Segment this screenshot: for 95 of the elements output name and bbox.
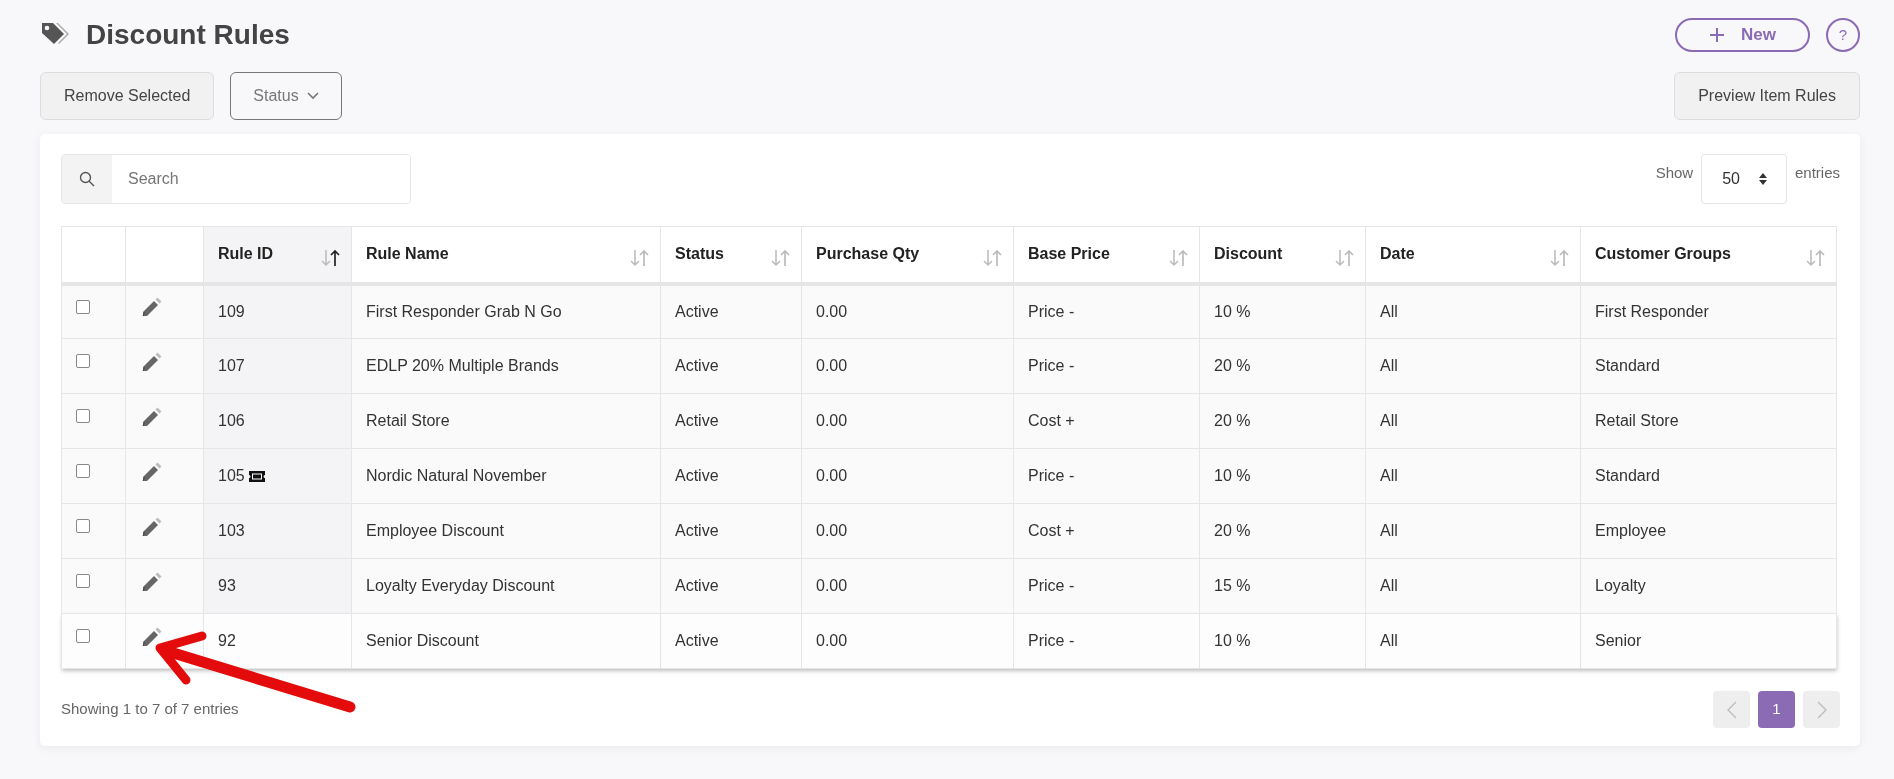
row-checkbox[interactable]: [76, 409, 90, 423]
table-cell: Retail Store: [1595, 412, 1679, 429]
chevron-left-icon: [1726, 700, 1737, 719]
table-cell: All: [1380, 412, 1398, 429]
table-cell: First Responder Grab N Go: [366, 302, 562, 320]
table-cell: Active: [675, 632, 719, 649]
table-cell: Active: [675, 577, 719, 594]
table-cell: Price -: [1028, 577, 1075, 594]
table-cell: Loyalty: [1595, 577, 1646, 594]
table-cell: Retail Store: [366, 412, 450, 429]
search-field[interactable]: Search: [61, 154, 411, 204]
table-cell: 15 %: [1214, 577, 1251, 594]
help-button[interactable]: ?: [1826, 18, 1860, 52]
column-header[interactable]: Purchase Qty: [816, 245, 920, 263]
table-cell: Active: [675, 357, 719, 374]
pencil-icon[interactable]: [140, 626, 162, 649]
table-cell: All: [1380, 577, 1398, 594]
column-header[interactable]: Status: [675, 245, 724, 263]
table-cell: 10 %: [1214, 302, 1251, 320]
remove-selected-button[interactable]: Remove Selected: [40, 72, 215, 120]
column-header[interactable]: Rule ID: [218, 245, 274, 263]
table-cell: 0.00: [816, 467, 848, 484]
column-header[interactable]: Rule Name: [366, 245, 449, 263]
show-label: Show: [1655, 163, 1694, 183]
entries-label: entries: [1794, 163, 1840, 183]
table-cell: All: [1380, 467, 1398, 484]
table-cell: Price -: [1028, 632, 1075, 649]
pencil-icon[interactable]: [140, 461, 162, 484]
table-cell: Senior Discount: [366, 632, 479, 649]
table-cell: 20 %: [1214, 522, 1251, 539]
table-cell: 107: [218, 357, 245, 374]
column-header[interactable]: Customer Groups: [1595, 245, 1731, 263]
row-checkbox[interactable]: [76, 629, 90, 643]
pencil-icon[interactable]: [140, 516, 162, 539]
search-icon: [79, 171, 95, 187]
table-cell: 93: [218, 577, 236, 594]
table-cell: 103: [218, 522, 245, 539]
table-cell: All: [1380, 302, 1398, 320]
entries-info: Showing 1 to 7 of 7 entries: [61, 699, 239, 720]
table-cell: 0.00: [816, 632, 848, 649]
table-cell: Loyalty Everyday Discount: [366, 577, 555, 594]
table-cell: Cost +: [1028, 522, 1075, 539]
table-cell: 106: [218, 412, 245, 429]
table-cell: All: [1380, 632, 1398, 649]
table-cell: 10 %: [1214, 467, 1251, 484]
table-cell: 109: [218, 302, 245, 320]
column-header[interactable]: Discount: [1214, 245, 1283, 263]
table-cell: Price -: [1028, 467, 1075, 484]
table-cell: 0.00: [816, 357, 848, 374]
pencil-icon[interactable]: [140, 571, 162, 594]
chevron-down-icon: [306, 92, 319, 100]
row-checkbox[interactable]: [76, 299, 90, 314]
pencil-icon[interactable]: [140, 406, 162, 429]
column-header[interactable]: Base Price: [1028, 245, 1110, 263]
column-header[interactable]: Date: [1380, 245, 1415, 263]
new-button[interactable]: New: [1675, 18, 1810, 52]
row-checkbox[interactable]: [76, 519, 90, 533]
table-cell: 105: [218, 467, 245, 484]
table-cell: All: [1380, 357, 1398, 374]
up-down-caret-icon: [1757, 172, 1768, 186]
pencil-icon[interactable]: [140, 351, 162, 374]
chevron-right-icon: [1816, 700, 1827, 719]
table-cell: 0.00: [816, 412, 848, 429]
table-cell: Employee: [1595, 522, 1667, 539]
row-checkbox[interactable]: [76, 464, 90, 478]
table-cell: Price -: [1028, 357, 1075, 374]
table-cell: EDLP 20% Multiple Brands: [366, 357, 559, 374]
table-cell: 10 %: [1214, 632, 1251, 649]
page-button[interactable]: 1: [1758, 691, 1795, 728]
table-cell: All: [1380, 522, 1398, 539]
page-title: Discount Rules: [86, 18, 290, 52]
table-cell: Senior: [1595, 632, 1642, 649]
table-cell: 0.00: [816, 577, 848, 594]
row-checkbox[interactable]: [76, 574, 90, 588]
table-cell: Cost +: [1028, 412, 1075, 429]
plus-icon: [1709, 27, 1726, 43]
table-cell: 92: [218, 632, 236, 649]
table-cell: Active: [675, 412, 719, 429]
table-cell: Active: [675, 467, 719, 484]
table-cell: 0.00: [816, 302, 848, 320]
row-checkbox[interactable]: [76, 354, 90, 368]
status-dropdown[interactable]: Status: [230, 72, 342, 120]
table-cell: Active: [675, 522, 719, 539]
table-cell: 20 %: [1214, 412, 1251, 429]
table-cell: Employee Discount: [366, 522, 504, 539]
table-cell: 0.00: [816, 522, 848, 539]
page-length-select[interactable]: 50: [1701, 154, 1787, 204]
table-cell: Nordic Natural November: [366, 467, 547, 484]
table-cell: Price -: [1028, 302, 1075, 320]
table-cell: First Responder: [1595, 302, 1709, 320]
table-cell: Standard: [1595, 357, 1660, 374]
table-cell: Standard: [1595, 467, 1660, 484]
table-cell: Active: [675, 302, 719, 320]
preview-item-rules-button[interactable]: Preview Item Rules: [1674, 72, 1860, 120]
table-cell: 20 %: [1214, 357, 1251, 374]
